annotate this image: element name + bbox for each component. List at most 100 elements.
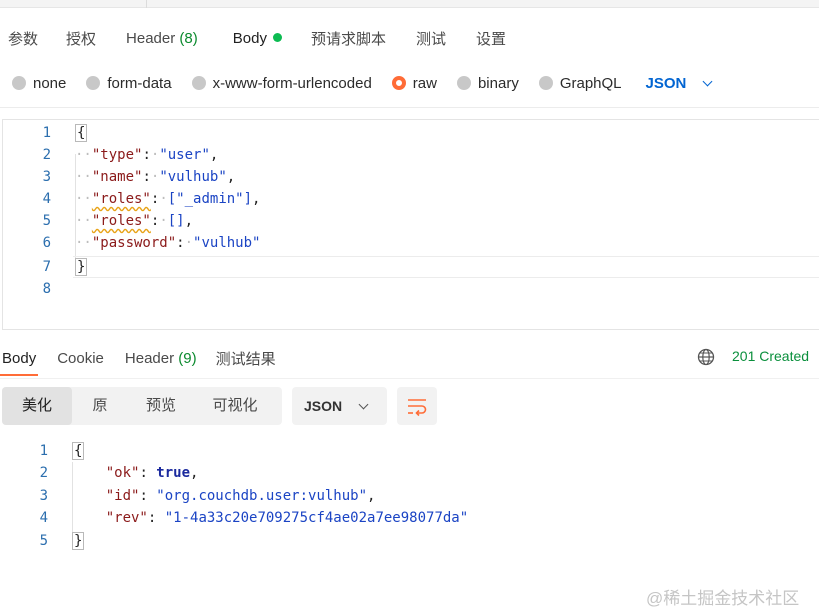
response-tab-body[interactable]: Body <box>2 350 36 367</box>
line-number: 3 <box>42 169 51 185</box>
body-type-form-data-label: form-data <box>107 74 172 92</box>
response-status[interactable]: 201 Created <box>732 348 809 364</box>
body-type-urlencoded-label: x-www-form-urlencoded <box>212 74 372 92</box>
body-type-none[interactable]: none <box>12 75 66 92</box>
code-line: 2 "ok": true, <box>0 462 819 484</box>
code-line: 8 <box>3 278 819 300</box>
code-line: 3 "id": "org.couchdb.user:vulhub", <box>0 485 819 507</box>
tab-tests[interactable]: 测试 <box>416 28 446 49</box>
code-line: 5} <box>0 530 819 552</box>
response-tab-test-results[interactable]: 测试结果 <box>216 348 276 369</box>
line-number: 6 <box>42 235 51 251</box>
json-punct: , <box>209 147 219 163</box>
globe-icon[interactable] <box>697 348 715 366</box>
view-mode-visualize[interactable]: 可视化 <box>194 387 276 425</box>
view-mode-pretty[interactable]: 美化 <box>2 387 72 425</box>
response-tab-headers-label: Header <box>124 349 175 367</box>
body-type-form-data[interactable]: form-data <box>86 74 172 92</box>
line-number: 5 <box>39 533 48 549</box>
matched-brace: { <box>72 442 85 460</box>
tab-auth[interactable]: 授权 <box>66 28 96 49</box>
active-tab-underline <box>0 374 38 376</box>
json-punct: , <box>184 213 194 229</box>
line-number: 2 <box>42 147 51 163</box>
code-line: 2 ··"type":·"user", <box>3 144 819 166</box>
json-key: "ok" <box>105 465 140 481</box>
body-modified-dot <box>272 32 282 42</box>
line-number: 1 <box>42 125 51 141</box>
line-number: 4 <box>42 191 51 207</box>
tab-pre-request-script[interactable]: 预请求脚本 <box>311 28 386 49</box>
body-type-options: none form-data x-www-form-urlencoded raw… <box>0 72 713 94</box>
divider <box>0 378 819 379</box>
request-body-editor[interactable]: 1{ 2 ··"type":·"user", 3 ··"name":·"vulhub… <box>2 119 819 330</box>
matched-brace: { <box>75 124 88 142</box>
radio-none[interactable] <box>12 76 26 90</box>
response-format-label: JSON <box>304 398 343 414</box>
line-number: 1 <box>39 443 48 459</box>
tab-body-label: Body <box>232 29 267 47</box>
json-key: "name" <box>91 169 143 185</box>
body-type-graphql[interactable]: GraphQL <box>538 75 622 92</box>
code-line: 5 ··"roles":·[], <box>3 210 819 232</box>
response-format-select[interactable]: JSON <box>292 387 387 425</box>
matched-brace: } <box>72 532 85 550</box>
window-top-strip <box>0 0 819 8</box>
body-type-binary[interactable]: binary <box>456 74 519 92</box>
body-type-raw-label: raw <box>412 74 437 92</box>
tab-headers[interactable]: Header (8) <box>126 30 198 47</box>
top-strip-divider <box>146 0 147 8</box>
code-line: 3 ··"name":·"vulhub", <box>3 166 819 188</box>
json-key-duplicate-warning: "roles" <box>91 191 151 207</box>
json-value: "org.couchdb.user:vulhub" <box>156 488 368 504</box>
radio-graphql[interactable] <box>538 76 553 90</box>
response-body-viewer[interactable]: 1{ 2 "ok": true, 3 "id": "org.couchdb.us… <box>0 440 819 560</box>
raw-language-label: JSON <box>645 74 687 92</box>
response-tab-cookie[interactable]: Cookie <box>57 350 104 367</box>
json-value: "user" <box>159 147 210 163</box>
radio-raw[interactable] <box>391 76 406 90</box>
line-number: 8 <box>42 281 51 297</box>
tab-headers-label: Header <box>126 29 176 47</box>
json-key-duplicate-warning: "roles" <box>91 213 151 229</box>
body-type-urlencoded[interactable]: x-www-form-urlencoded <box>191 74 372 92</box>
line-number: 5 <box>42 213 51 229</box>
json-value: [] <box>167 213 185 229</box>
radio-binary[interactable] <box>456 76 471 90</box>
tab-settings[interactable]: 设置 <box>476 28 506 49</box>
view-mode-raw[interactable]: 原 <box>72 387 128 425</box>
line-number: 4 <box>39 510 48 526</box>
body-type-binary-label: binary <box>477 74 519 92</box>
json-punct: , <box>190 465 199 481</box>
radio-form-data[interactable] <box>86 76 101 90</box>
tab-headers-count: (8) <box>179 29 198 47</box>
watermark: @稀土掘金技术社区 <box>646 589 800 608</box>
code-line: 7} <box>3 256 819 278</box>
view-mode-preview[interactable]: 预览 <box>128 387 194 425</box>
code-line: 4 "rev": "1-4a33c20e709275cf4ae02a7ee980… <box>0 507 819 529</box>
tab-params[interactable]: 参数 <box>8 28 38 49</box>
json-key: "id" <box>105 488 140 504</box>
code-line: 4 ··"roles":·["_admin"], <box>3 188 819 210</box>
json-punct: , <box>367 488 376 504</box>
response-tabs: Body Cookie Header (9) 测试结果 <box>0 346 276 370</box>
line-number: 7 <box>42 259 51 275</box>
tab-body[interactable]: Body <box>233 30 282 47</box>
response-tab-headers-count: (9) <box>178 349 197 367</box>
json-value: "1-4a33c20e709275cf4ae02a7ee98077da" <box>164 510 469 526</box>
response-tab-headers[interactable]: Header (9) <box>125 350 197 367</box>
line-number: 3 <box>39 488 48 504</box>
body-type-raw[interactable]: raw <box>391 74 437 92</box>
code-line: 1{ <box>3 122 819 144</box>
code-line: 1{ <box>0 440 819 462</box>
json-punct: , <box>252 191 261 207</box>
radio-urlencoded[interactable] <box>191 76 206 90</box>
matched-brace: } <box>75 258 88 276</box>
body-type-none-label: none <box>33 74 67 92</box>
wrap-lines-button[interactable] <box>397 387 437 425</box>
raw-language-select[interactable]: JSON <box>645 74 713 92</box>
wrap-lines-icon <box>408 399 427 417</box>
json-value: true <box>156 465 191 481</box>
json-value: ["_admin"] <box>167 191 253 207</box>
chevron-down-icon <box>702 76 713 86</box>
